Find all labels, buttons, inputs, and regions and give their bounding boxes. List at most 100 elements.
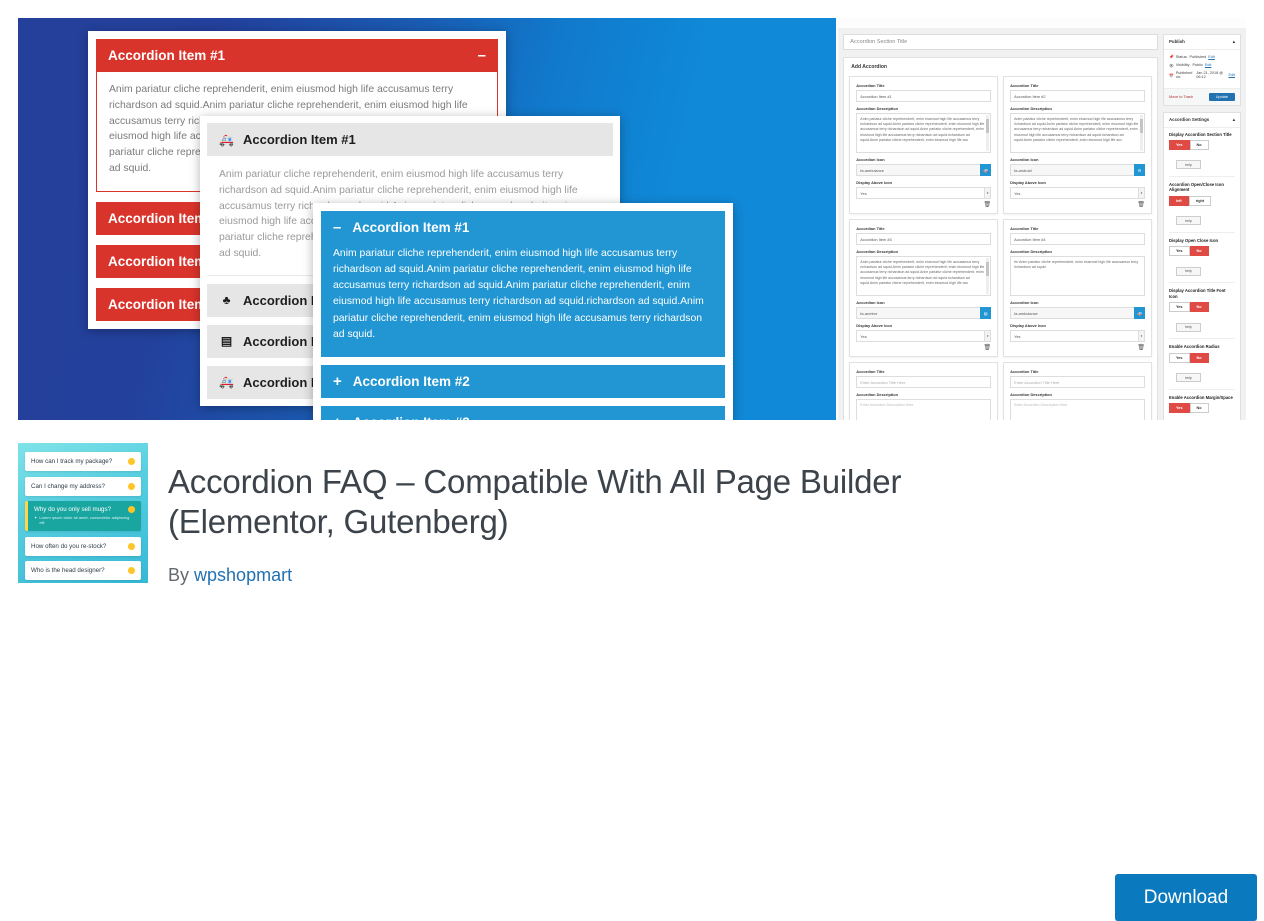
plugin-banner-image: Accordion Item #1 – Anim pariatur cliche… <box>18 18 1246 420</box>
faq-thumb-text: Why do you only sell mugs? <box>34 506 112 513</box>
icon-picker-button[interactable]: ⚙ <box>1133 164 1145 176</box>
section-title-input[interactable]: Accordion Section Title <box>843 34 1158 50</box>
accordion-icon-label: Accordion Icon <box>856 157 885 162</box>
divider <box>1168 338 1235 340</box>
delete-accordion-icon[interactable]: 🗑 <box>856 344 992 351</box>
help-button[interactable]: help <box>1175 322 1201 332</box>
toggle-option-no[interactable]: No <box>1189 139 1209 150</box>
display-above-icon-value: Yes <box>1010 187 1138 199</box>
accordion-title-input[interactable]: Accordion Item #2 <box>1010 90 1145 102</box>
delete-accordion-icon[interactable]: 🗑 <box>856 201 992 208</box>
display-above-icon-select[interactable]: Yes ▾ <box>856 187 992 199</box>
chevron-down-icon[interactable]: ▾ <box>1137 187 1145 199</box>
textarea-scrollbar[interactable] <box>1139 115 1143 151</box>
setting-toggle[interactable]: Yes No <box>1168 246 1235 257</box>
blue-accordion-item-3[interactable]: + Accordion Item #3 <box>321 405 725 420</box>
minus-icon[interactable]: – <box>333 220 341 235</box>
accordion-icon-input[interactable]: fa-ambulance <box>856 164 981 176</box>
toggle-option-left[interactable]: left <box>1168 195 1189 206</box>
blue-accordion-preview: – Accordion Item #1 Anim pariatur cliche… <box>313 203 733 420</box>
help-button[interactable]: help <box>1175 373 1201 383</box>
toggle-option-no[interactable]: No <box>1189 403 1209 414</box>
plus-icon[interactable]: + <box>333 415 342 420</box>
help-button[interactable]: help <box>1175 160 1201 170</box>
collapse-icon[interactable]: ▴ <box>1233 39 1235 45</box>
accordion-title-input[interactable]: Accordion Item #3 <box>856 233 992 245</box>
accordion-icon-label: Accordion Icon <box>856 300 885 305</box>
status-edit-link[interactable]: Edit <box>1208 55 1215 59</box>
download-button[interactable]: Download <box>1115 874 1257 921</box>
accordion-icon-input[interactable]: fa-android <box>1010 164 1134 176</box>
accordion-icon-field[interactable]: fa-ambulance 🚑 <box>856 164 992 176</box>
accordion-icon-field[interactable]: fa-ambulance 🚑 <box>1010 307 1145 319</box>
setting-icon-alignment: Accordion Open/Close Icon Alignment left… <box>1168 182 1235 227</box>
accordion-icon-input[interactable]: fa-archive <box>856 307 981 319</box>
toggle-option-no[interactable]: No <box>1189 302 1209 313</box>
author-link[interactable]: wpshopmart <box>194 565 292 585</box>
accordion-title-input[interactable]: Enter Accordion Title Here <box>856 376 992 388</box>
move-to-trash-link[interactable]: Move to Trash <box>1169 95 1193 99</box>
display-above-icon-select[interactable]: Yes ▾ <box>856 330 992 342</box>
accordion-title-input[interactable]: Enter Accordion Title Here <box>1010 376 1145 388</box>
delete-accordion-icon[interactable]: 🗑 <box>1010 344 1145 351</box>
textarea-scrollbar[interactable] <box>986 258 990 294</box>
accordion-settings-box: Accordion Settings ▴ Display Accordion S… <box>1162 111 1241 421</box>
faq-thumb-row: Can I change my address? <box>25 476 141 496</box>
accordion-settings-body: Display Accordion Section Title Yes No h… <box>1164 128 1240 421</box>
accordion-description-textarea[interactable]: Anim pariatur cliche reprehenderit, enim… <box>856 256 992 296</box>
accordion-card: Accordion Title Accordion Item #2 Accord… <box>1003 76 1152 214</box>
toggle-option-no[interactable]: No <box>1189 352 1209 363</box>
delete-accordion-icon[interactable]: 🗑 <box>1010 201 1145 208</box>
toggle-option-right[interactable]: right <box>1188 195 1212 206</box>
blue-accordion-item-1-header[interactable]: – Accordion Item #1 <box>321 211 725 244</box>
accordion-description-textarea[interactable]: Anim pariatur cliche reprehenderit, enim… <box>1010 113 1145 153</box>
icon-picker-button[interactable]: 🚑 <box>1133 307 1145 319</box>
red-accordion-item-1-header[interactable]: Accordion Item #1 – <box>96 39 498 72</box>
blue-accordion-item-2[interactable]: + Accordion Item #2 <box>321 364 725 398</box>
published-edit-link[interactable]: Edit <box>1228 73 1235 77</box>
setting-toggle[interactable]: Yes No <box>1168 302 1235 313</box>
setting-label: Enable Accordion Radius <box>1168 344 1220 350</box>
accordion-description-textarea[interactable]: Anim pariatur cliche reprehenderit, enim… <box>856 113 992 153</box>
pin-icon: 📌 <box>1168 55 1174 59</box>
help-button[interactable]: help <box>1175 266 1201 276</box>
chevron-down-icon[interactable]: ▾ <box>1137 330 1145 342</box>
setting-toggle[interactable]: left right <box>1168 195 1235 206</box>
setting-toggle[interactable]: Yes No <box>1168 352 1235 363</box>
chevron-down-icon[interactable]: ▾ <box>984 187 992 199</box>
collapse-icon[interactable]: ▴ <box>1233 117 1235 123</box>
toggle-option-yes[interactable]: Yes <box>1168 139 1190 150</box>
setting-toggle[interactable]: Yes No <box>1168 139 1235 150</box>
display-above-icon-select[interactable]: Yes ▾ <box>1010 187 1145 199</box>
display-above-icon-select[interactable]: Yes ▾ <box>1010 330 1145 342</box>
help-button[interactable]: help <box>1175 216 1201 226</box>
minus-icon[interactable]: – <box>478 48 486 63</box>
faq-thumb-row-active: Why do you only sell mugs? ✦ Lorem ipsum… <box>25 501 141 531</box>
toggle-option-no[interactable]: No <box>1189 246 1209 257</box>
accordion-description-textarea[interactable]: rtn Anim pariatur cliche reprehenderit, … <box>1010 256 1145 296</box>
toggle-option-yes[interactable]: Yes <box>1168 246 1190 257</box>
textarea-scrollbar[interactable] <box>986 115 990 151</box>
update-button[interactable]: Update <box>1208 92 1235 101</box>
accordion-title-label: Accordion Title <box>856 369 885 374</box>
plus-icon[interactable]: + <box>333 374 342 389</box>
visibility-edit-link[interactable]: Edit <box>1205 63 1212 67</box>
icon-picker-button[interactable]: 🚑 <box>980 164 992 176</box>
accordion-title-input[interactable]: Accordion Item #1 <box>856 90 992 102</box>
icon-picker-button[interactable]: ▤ <box>980 307 992 319</box>
toggle-option-yes[interactable]: Yes <box>1168 403 1190 414</box>
accordion-description-textarea[interactable]: Enter Accordion Description Here <box>856 399 992 420</box>
chevron-down-icon[interactable]: ▾ <box>984 330 992 342</box>
toggle-option-yes[interactable]: Yes <box>1168 302 1190 313</box>
accordion-icon-field[interactable]: fa-android ⚙ <box>1010 164 1145 176</box>
admin-sidebar: Publish ▴ 📌 Status: Published Edit 👁 Vis… <box>1162 34 1241 421</box>
accordion-title-input[interactable]: Accordion Item #4 <box>1010 233 1145 245</box>
accordion-description-textarea[interactable]: Enter Accordion Description Here <box>1010 399 1145 420</box>
accordion-icon-field[interactable]: fa-archive ▤ <box>856 307 992 319</box>
accordion-icon-input[interactable]: fa-ambulance <box>1010 307 1134 319</box>
setting-toggle[interactable]: Yes No <box>1168 403 1235 414</box>
gray-accordion-item-1-header[interactable]: 🚑 Accordion Item #1 <box>207 123 613 156</box>
faq-thumb-detail: Lorem ipsum dolor sit amet, consectetur … <box>39 515 130 525</box>
add-accordion-panel: Add Accordion Accordion Title Accordion … <box>843 57 1158 420</box>
toggle-option-yes[interactable]: Yes <box>1168 352 1190 363</box>
